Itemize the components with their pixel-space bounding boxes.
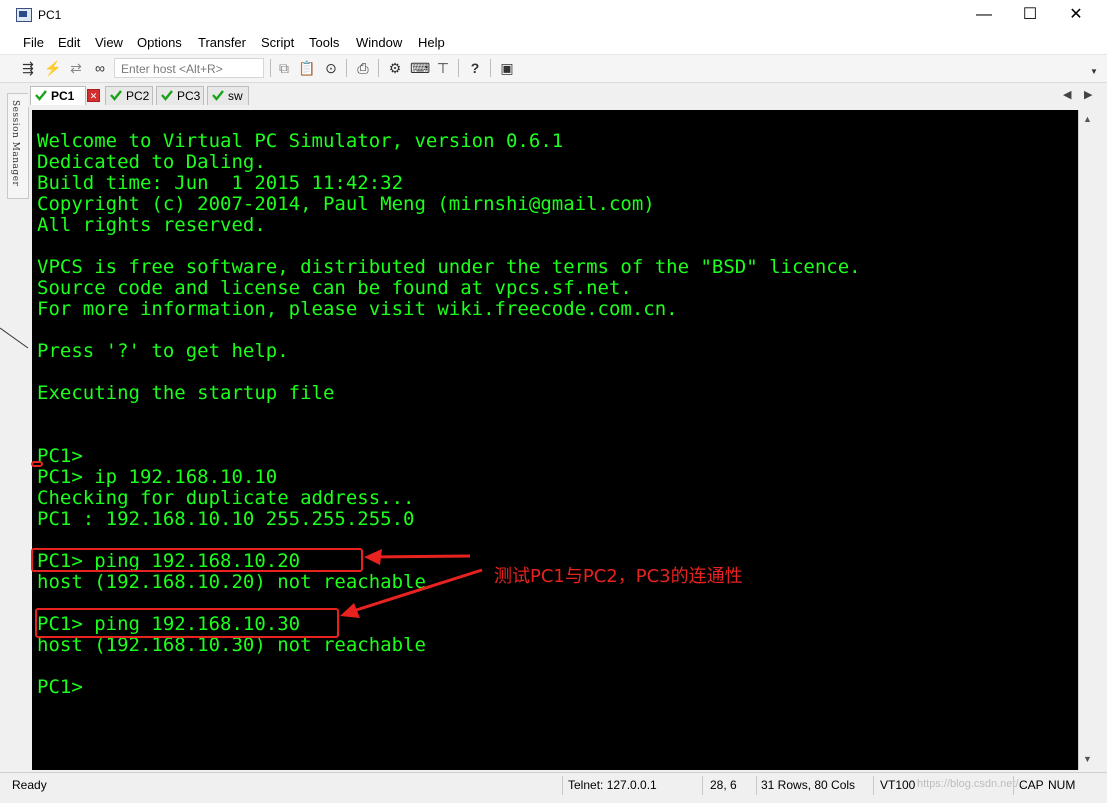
menu-edit[interactable]: Edit: [58, 35, 80, 50]
status-num: NUM: [1048, 778, 1076, 792]
terminal-line: PC1> ip 192.168.10.10: [37, 466, 278, 488]
tab-label: PC3: [177, 89, 201, 103]
tab-scroll-right-icon[interactable]: ▶: [1084, 88, 1092, 101]
menu-window[interactable]: Window: [356, 35, 402, 50]
minimize-button[interactable]: —: [961, 0, 1007, 30]
terminal-line: PC1>: [37, 445, 83, 467]
status-bar: Ready Telnet: 127.0.0.1 28, 6 31 Rows, 8…: [0, 772, 1107, 798]
toolbar-separator: [270, 59, 271, 77]
toolbar-separator: [346, 59, 347, 77]
status-emulation: VT100: [880, 778, 916, 792]
tab-label: sw: [228, 89, 243, 103]
tab-scroll-left-icon[interactable]: ◀: [1063, 88, 1071, 101]
session-manager-label: Session Manager: [10, 100, 20, 187]
connected-check-icon: [212, 90, 224, 101]
connected-check-icon: [110, 90, 122, 101]
annotation-caption: 测试PC1与PC2，PC3的连通性: [494, 566, 743, 587]
status-ready: Ready: [12, 778, 47, 792]
tab-sw[interactable]: sw: [207, 86, 249, 105]
annotation-highlight-ping-30: [35, 608, 339, 638]
terminal-scrollbar[interactable]: ▲ ▼: [1078, 110, 1095, 770]
terminal-line: Dedicated to Daling.: [37, 151, 266, 173]
connected-check-icon: [161, 90, 173, 101]
terminal-line: PC1>: [37, 676, 83, 698]
quick-connect-input[interactable]: Enter host <Alt+R>: [114, 58, 264, 78]
terminal-line: Build time: Jun 1 2015 11:42:32: [37, 172, 404, 194]
menu-tools[interactable]: Tools: [309, 35, 339, 50]
status-separator: [1013, 776, 1014, 795]
scroll-down-icon[interactable]: ▼: [1083, 754, 1092, 764]
annotation-highlight-ping-20: [31, 548, 363, 572]
settings-icon[interactable]: ⚙: [386, 59, 404, 77]
tab-pc1[interactable]: PC1: [30, 86, 86, 105]
tab-pc3[interactable]: PC3: [156, 86, 204, 105]
lightning-icon[interactable]: ⚡: [44, 59, 62, 77]
status-connection: Telnet: 127.0.0.1: [568, 778, 657, 792]
watermark-text: https://blog.csdn.net/...: [917, 778, 1028, 790]
tab-label: PC1: [51, 89, 75, 103]
title-bar: PC1 — ☐ ✕: [0, 0, 1107, 30]
toolbar-separator: [490, 59, 491, 77]
terminal-line: All rights reserved.: [37, 214, 266, 236]
copy-icon[interactable]: ⧉: [275, 59, 293, 77]
toolbar: ⇶ ⚡ ⇄ ∞ Enter host <Alt+R> ⧉ 📋 ⊙ ⎙ ⚙ ⌨ ⊤…: [0, 55, 1107, 83]
menu-options[interactable]: Options: [137, 35, 182, 50]
window-title: PC1: [38, 8, 62, 22]
keymap-icon[interactable]: ⌨: [410, 59, 430, 77]
status-cursor-position: 28, 6: [710, 778, 737, 792]
menu-help[interactable]: Help: [418, 35, 445, 50]
terminal-line: VPCS is free software, distributed under…: [37, 256, 861, 278]
tab-bar: PC1 PC2 PC3 sw: [28, 83, 1107, 107]
toolbar-separator: [458, 59, 459, 77]
tab-label: PC2: [126, 89, 150, 103]
help-icon[interactable]: ?: [466, 59, 484, 77]
status-caps: CAP: [1019, 778, 1044, 792]
status-terminal-size: 31 Rows, 80 Cols: [761, 778, 856, 792]
tab-close-icon[interactable]: ✕: [87, 89, 100, 102]
terminal-line: Source code and license can be found at …: [37, 277, 632, 299]
terminal-line: Executing the startup file: [37, 382, 335, 404]
terminal-line: PC1 : 192.168.10.10 255.255.255.0: [37, 508, 415, 530]
terminal-line: host (192.168.10.20) not reachable: [37, 571, 426, 593]
status-separator: [873, 776, 874, 795]
terminal-line: Press '?' to get help.: [37, 340, 289, 362]
connected-check-icon: [35, 90, 47, 101]
terminal-line: Checking for duplicate address...: [37, 487, 415, 509]
menu-script[interactable]: Script: [261, 35, 294, 50]
toolbar-overflow-icon[interactable]: ▼: [1085, 63, 1103, 81]
menu-transfer[interactable]: Transfer: [198, 35, 246, 50]
toolbar-separator: [378, 59, 379, 77]
print-icon[interactable]: ⎙: [354, 59, 372, 77]
menu-file[interactable]: File: [23, 35, 44, 50]
close-button[interactable]: ✕: [1053, 0, 1099, 30]
script-icon[interactable]: ▣: [498, 59, 516, 77]
maximize-button[interactable]: ☐: [1007, 0, 1053, 30]
menu-bar: File Edit View Options Transfer Script T…: [0, 30, 1107, 55]
sftp-icon[interactable]: ⊤: [434, 59, 452, 77]
menu-view[interactable]: View: [95, 35, 123, 50]
session-manager-panel[interactable]: Session Manager: [7, 93, 29, 199]
status-separator: [562, 776, 563, 795]
connect-icon[interactable]: ⇶: [19, 59, 37, 77]
terminal-screen[interactable]: Welcome to Virtual PC Simulator, version…: [32, 110, 1078, 770]
scroll-up-icon[interactable]: ▲: [1083, 114, 1092, 124]
paste-icon[interactable]: 📋: [298, 59, 316, 77]
tab-pc2[interactable]: PC2: [105, 86, 153, 105]
app-icon: [16, 8, 32, 22]
status-separator: [702, 776, 703, 795]
disconnect-icon[interactable]: ∞: [91, 59, 109, 77]
terminal-line: For more information, please visit wiki.…: [37, 298, 678, 320]
terminal-line: host (192.168.10.30) not reachable: [37, 634, 426, 656]
terminal-line: Welcome to Virtual PC Simulator, version…: [37, 130, 564, 152]
reconnect-icon[interactable]: ⇄: [67, 59, 85, 77]
annotation-marker: [31, 461, 43, 467]
terminal-line: Copyright (c) 2007-2014, Paul Meng (mirn…: [37, 193, 655, 215]
find-icon[interactable]: ⊙: [322, 59, 340, 77]
status-separator: [756, 776, 757, 795]
